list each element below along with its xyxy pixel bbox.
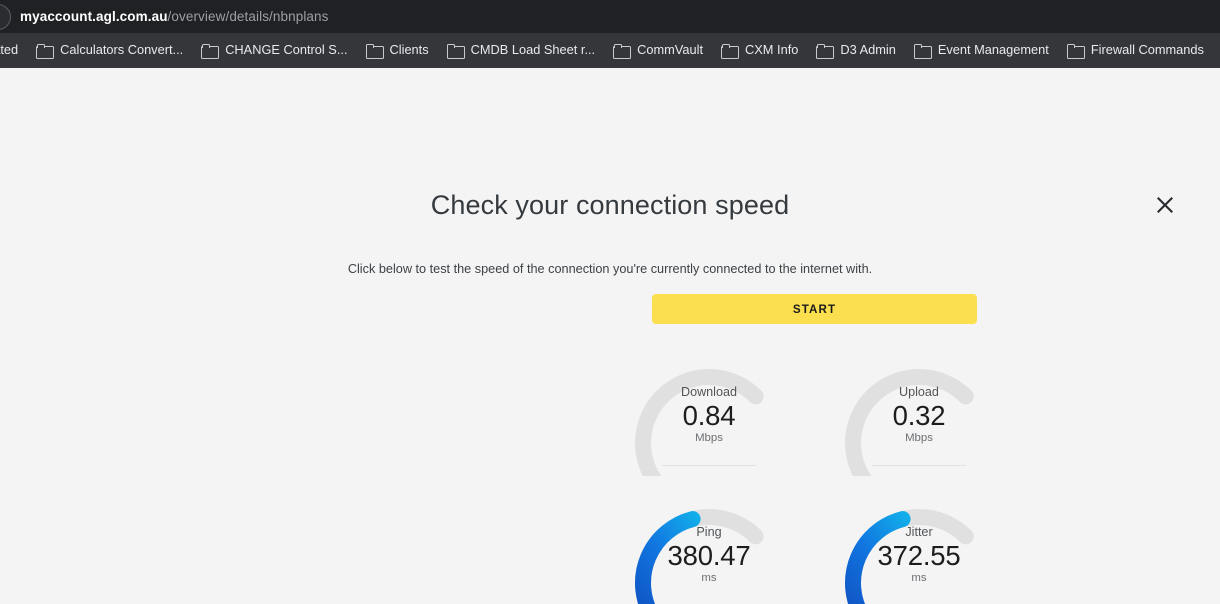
- gauge-unit-download: Mbps: [695, 432, 723, 445]
- page-content: Check your connection speed Click below …: [0, 68, 1220, 604]
- page-subtitle: Click below to test the speed of the con…: [347, 262, 873, 276]
- bookmark-item[interactable]: CHANGE Control S...: [192, 38, 356, 64]
- gauge-label-ping: Ping: [696, 525, 722, 539]
- gauge-label-jitter: Jitter: [905, 525, 933, 539]
- gauge-readout: Ping 380.47 ms: [616, 525, 802, 586]
- folder-icon: [613, 44, 632, 59]
- bookmark-label: CHANGE Control S...: [225, 42, 348, 58]
- gauge-label-upload: Upload: [899, 385, 939, 399]
- bookmark-label: CMDB Load Sheet r...: [470, 42, 596, 58]
- folder-icon: [201, 44, 220, 59]
- speed-gauges-grid: Download 0.84 Mbps Upload 0.32 Mbps Ping 380.47…: [616, 350, 1026, 604]
- page-info-icon[interactable]: [0, 3, 11, 30]
- folder-icon: [36, 44, 55, 59]
- gauge-value-download: 0.84: [682, 399, 736, 431]
- bookmark-label: CXM Info: [745, 42, 799, 58]
- gauge-value-upload: 0.32: [892, 399, 946, 431]
- bookmarks-bar: related Calculators Convert... CHANGE Cont…: [0, 33, 1220, 68]
- bookmark-item[interactable]: Calculators Convert...: [27, 38, 192, 64]
- bookmark-item[interactable]: Event Management: [905, 38, 1058, 64]
- gauge-unit-upload: Mbps: [905, 432, 933, 445]
- bookmark-label: Calculators Convert...: [60, 42, 184, 58]
- gauge-label-download: Download: [680, 385, 737, 399]
- gauge-value-ping: 380.47: [667, 539, 751, 571]
- bookmark-label: Firewall Commands: [1090, 42, 1204, 58]
- folder-icon: [721, 44, 740, 59]
- folder-icon: [816, 44, 835, 59]
- bookmark-item[interactable]: related: [0, 38, 27, 64]
- gauge-baseline: [662, 465, 756, 466]
- bookmark-item[interactable]: [1213, 38, 1220, 64]
- browser-chrome: myaccount.agl.com.au/overview/details/nb…: [0, 0, 1220, 68]
- folder-icon: [446, 44, 465, 59]
- bookmark-label: Clients: [389, 42, 429, 58]
- url-path: /overview/details/nbnplans: [167, 9, 329, 24]
- bookmark-item[interactable]: CMDB Load Sheet r...: [438, 38, 604, 64]
- bookmark-item[interactable]: Clients: [357, 38, 438, 64]
- bookmark-label: D3 Admin: [840, 42, 896, 58]
- browser-address-bar[interactable]: myaccount.agl.com.au/overview/details/nb…: [0, 0, 1220, 33]
- url-host: myaccount.agl.com.au: [20, 9, 168, 24]
- folder-icon: [1066, 44, 1085, 59]
- bookmark-label: related: [0, 42, 19, 58]
- folder-icon: [913, 44, 932, 59]
- bookmark-label: CommVault: [637, 42, 704, 58]
- gauge-unit-jitter: ms: [911, 572, 927, 585]
- gauge-baseline: [872, 465, 966, 466]
- bookmark-label: Event Management: [937, 42, 1049, 58]
- gauge-ping: Ping 380.47 ms: [616, 490, 802, 604]
- page-title: Check your connection speed: [430, 190, 790, 220]
- gauge-unit-ping: ms: [701, 572, 717, 585]
- gauge-value-jitter: 372.55: [877, 539, 961, 571]
- folder-icon: [365, 44, 384, 59]
- bookmark-item[interactable]: Firewall Commands: [1058, 38, 1213, 64]
- gauge-readout: Jitter 372.55 ms: [826, 525, 1012, 586]
- start-speed-test-button[interactable]: START: [652, 294, 977, 324]
- bookmark-item[interactable]: CommVault: [604, 38, 712, 64]
- gauge-readout: Download 0.84 Mbps: [616, 385, 802, 446]
- gauge-upload: Upload 0.32 Mbps: [826, 350, 1012, 476]
- bookmark-item[interactable]: CXM Info: [712, 38, 807, 64]
- gauge-download: Download 0.84 Mbps: [616, 350, 802, 476]
- gauge-jitter: Jitter 372.55 ms: [826, 490, 1012, 604]
- bookmark-item[interactable]: D3 Admin: [807, 38, 904, 64]
- address-bar-text: myaccount.agl.com.au/overview/details/nb…: [20, 9, 329, 24]
- gauge-readout: Upload 0.32 Mbps: [826, 385, 1012, 446]
